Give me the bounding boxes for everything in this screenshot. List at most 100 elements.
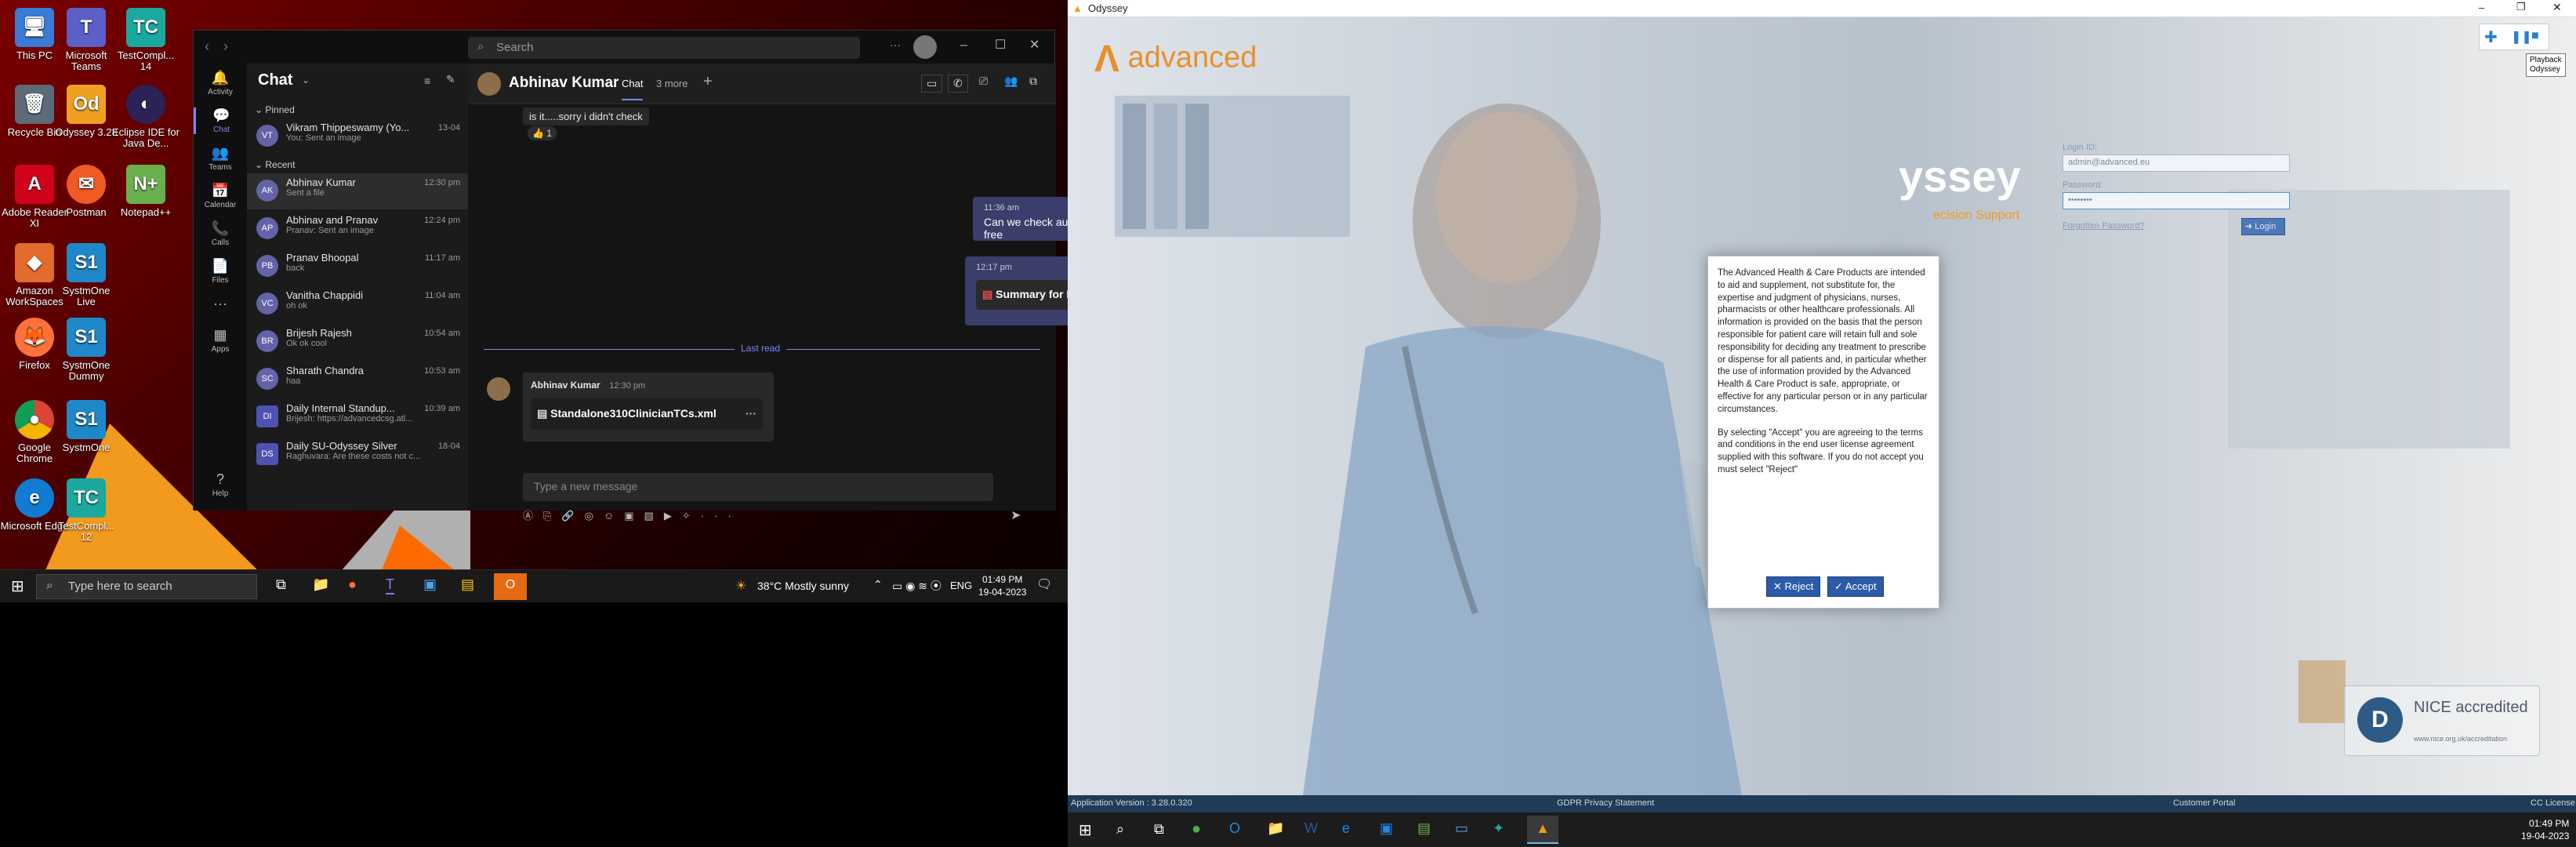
chat-item[interactable]: DI Daily Internal Standup... Brijesh: http…	[247, 399, 468, 435]
forward-arrow-icon[interactable]: ›	[223, 38, 228, 55]
rail-calendar[interactable]: 📅 Calendar	[194, 183, 247, 209]
chat-item[interactable]: VC Vanitha Chappidi oh ok 11:04 am	[247, 286, 468, 322]
tab-more[interactable]: 3 more	[656, 78, 688, 89]
desktop-icon-systmone-dummy[interactable]: S1 SystmOne Dummy	[52, 318, 121, 382]
desktop-icon-eclipse[interactable]: ◐ Eclipse IDE for Java De...	[111, 85, 180, 149]
recent-header[interactable]: ⌄ Recent	[255, 159, 295, 170]
tray-icons[interactable]: ▭ ◉ ≋ ⦿	[892, 578, 942, 594]
emoji-icon[interactable]: ☺	[604, 510, 624, 522]
taskbar-search-input[interactable]: ⌕ Type here to search	[36, 574, 257, 599]
customer-portal-link[interactable]: Customer Portal	[2173, 798, 2235, 808]
chat-item[interactable]: BR Brijesh Rajesh Ok ok cool 10:54 am	[247, 324, 468, 360]
weather-label[interactable]: 38°C Mostly sunny	[757, 580, 849, 592]
notifications-icon[interactable]: 🗨	[1036, 576, 1052, 592]
close-icon[interactable]: ✕	[1029, 37, 1039, 53]
chrome-icon[interactable]: ●	[1192, 820, 1201, 838]
minimize-icon[interactable]: –	[960, 38, 967, 53]
restore-icon[interactable]: ❐	[2516, 1, 2526, 13]
desktop-icon-testcomplete-14[interactable]: TC TestCompl... 14	[111, 8, 180, 72]
edge-icon[interactable]: e	[1342, 820, 1350, 837]
rail-files[interactable]: 📄 Files	[194, 258, 247, 285]
rail-teams[interactable]: 👥 Teams	[194, 145, 247, 172]
sticky-notes-icon[interactable]: ▤	[461, 576, 474, 593]
rail-apps[interactable]: ▦ Apps	[194, 327, 247, 354]
back-arrow-icon[interactable]: ‹	[205, 38, 209, 55]
reaction-badge[interactable]: 👍 1	[528, 126, 557, 140]
message-composer-input[interactable]: Type a new message	[523, 473, 993, 501]
desktop-icon-postman[interactable]: ✉ Postman	[52, 165, 121, 218]
close-icon[interactable]: ✕	[2552, 1, 2562, 14]
gif-icon[interactable]: ▣	[624, 510, 644, 522]
format-icon[interactable]: Ⓐ	[523, 510, 543, 522]
chat-item[interactable]: AP Abhinav and Pranav Pranav: Sent an imag…	[247, 211, 468, 247]
add-people-icon[interactable]: 👥	[1004, 75, 1018, 88]
rail-more[interactable]: ···	[194, 296, 247, 314]
gdpr-link[interactable]: GDPR Privacy Statement	[1557, 798, 1654, 808]
pinned-header[interactable]: ⌄ Pinned	[255, 104, 295, 115]
windows-start-icon[interactable]: ⊞	[11, 576, 24, 596]
chat-item[interactable]: DS Daily SU-Odyssey Silver Raghuvara: Are …	[247, 437, 468, 473]
reject-button[interactable]: ✕ Reject	[1766, 576, 1821, 597]
file-attachment[interactable]: ▤ Standalone310ClinicianTCs.xml ···	[531, 398, 763, 430]
clock[interactable]: 01:49 PM 19-04-2023	[978, 573, 1026, 598]
more-options-icon[interactable]: ···	[890, 38, 901, 51]
chevron-down-icon[interactable]: ⌄	[302, 75, 310, 85]
link-icon[interactable]: 🔗	[561, 510, 584, 522]
stop-icon[interactable]: ■	[2531, 29, 2539, 43]
desktop-icon-odyssey[interactable]: Od Odyssey 3.28	[52, 85, 121, 138]
filter-icon[interactable]: ≡	[424, 75, 430, 87]
maximize-icon[interactable]: ☐	[995, 37, 1006, 53]
odyssey-taskbar-icon[interactable]: ▲	[1527, 816, 1558, 844]
video-call-icon[interactable]: ▭	[921, 75, 943, 93]
workspaces-icon[interactable]: ▣	[1380, 820, 1393, 837]
rail-help[interactable]: ? Help	[194, 471, 247, 498]
workspaces-taskbar-icon[interactable]: ▣	[423, 576, 437, 593]
login-id-field[interactable]: admin@advanced.eu	[2063, 154, 2290, 172]
rail-chat[interactable]: 💬 Chat	[194, 107, 247, 134]
add-tab-icon[interactable]: +	[703, 73, 713, 91]
minimize-icon[interactable]: –	[2479, 2, 2484, 13]
outlook-taskbar-icon[interactable]: O	[494, 573, 527, 600]
testcomplete-icon[interactable]: ✦	[1493, 820, 1504, 837]
desktop-icon-notepadpp[interactable]: N+ Notepad++	[111, 165, 180, 218]
notepad-icon[interactable]: ▤	[1417, 820, 1431, 837]
chat-item[interactable]: AK Abhinav Kumar Sent a file 12:30 pm	[247, 173, 468, 209]
pause-icon[interactable]: ❚❚	[2511, 29, 2532, 45]
profile-avatar[interactable]	[913, 35, 937, 59]
desktop-icon-teams[interactable]: T Microsoft Teams	[52, 8, 121, 72]
desktop-icon-systmone[interactable]: S1 SystmOne	[52, 400, 121, 453]
praise-icon[interactable]: ✧	[682, 510, 701, 522]
tray-chevron-icon[interactable]: ⌃	[873, 578, 883, 591]
rail-activity[interactable]: 🔔 Activity	[194, 70, 247, 96]
file-attachment[interactable]: ▤ Summary for FC.pdf···	[976, 280, 1068, 310]
chat-item-pinned[interactable]: VT Vikram Thippeswamy (Yo... You: Sent a…	[247, 118, 468, 154]
new-chat-icon[interactable]: ✎	[446, 73, 455, 86]
desktop-icon-testcomplete-12[interactable]: TC TestCompl... 12	[52, 478, 121, 543]
screen-share-icon[interactable]: ⎚	[979, 75, 988, 88]
sticker-icon[interactable]: ▧	[644, 510, 664, 522]
tab-chat[interactable]: Chat	[622, 78, 644, 100]
popout-icon[interactable]: ⧉	[1029, 75, 1037, 88]
rail-calls[interactable]: 📞 Calls	[194, 220, 247, 247]
login-button[interactable]: ➜ Login	[2241, 218, 2285, 235]
chat-item[interactable]: PB Pranav Bhoopal back 11:17 am	[247, 249, 468, 285]
outlook-icon[interactable]: O	[1229, 820, 1240, 837]
forgotten-password-link[interactable]: Forgotten Password?	[2063, 221, 2145, 231]
more-options-icon[interactable]: ···	[701, 510, 742, 522]
desktop-icon-systmone-live[interactable]: S1 SystmOne Live	[52, 243, 121, 307]
license-link[interactable]: CC License	[2531, 798, 2575, 808]
file-explorer-icon[interactable]: 📁	[312, 576, 329, 593]
task-view-icon[interactable]: ⧉	[276, 576, 286, 593]
send-icon[interactable]: ➤	[1010, 507, 1021, 523]
audio-call-icon[interactable]: ✆	[948, 75, 968, 93]
accept-button[interactable]: ✓ Accept	[1827, 576, 1884, 597]
word-icon[interactable]: W	[1304, 820, 1318, 837]
chat-item[interactable]: SC Sharath Chandra haa 10:53 am	[247, 362, 468, 398]
task-view-icon[interactable]: ⧉	[1154, 821, 1164, 838]
password-field[interactable]: ••••••••	[2063, 192, 2290, 209]
windows-start-icon[interactable]: ⊞	[1079, 820, 1092, 840]
search-icon[interactable]: ⌕	[1116, 821, 1124, 838]
more-options-icon[interactable]: ···	[746, 407, 756, 420]
loop-icon[interactable]: ◎	[585, 510, 604, 522]
file-explorer-icon[interactable]: 📁	[1267, 820, 1284, 837]
